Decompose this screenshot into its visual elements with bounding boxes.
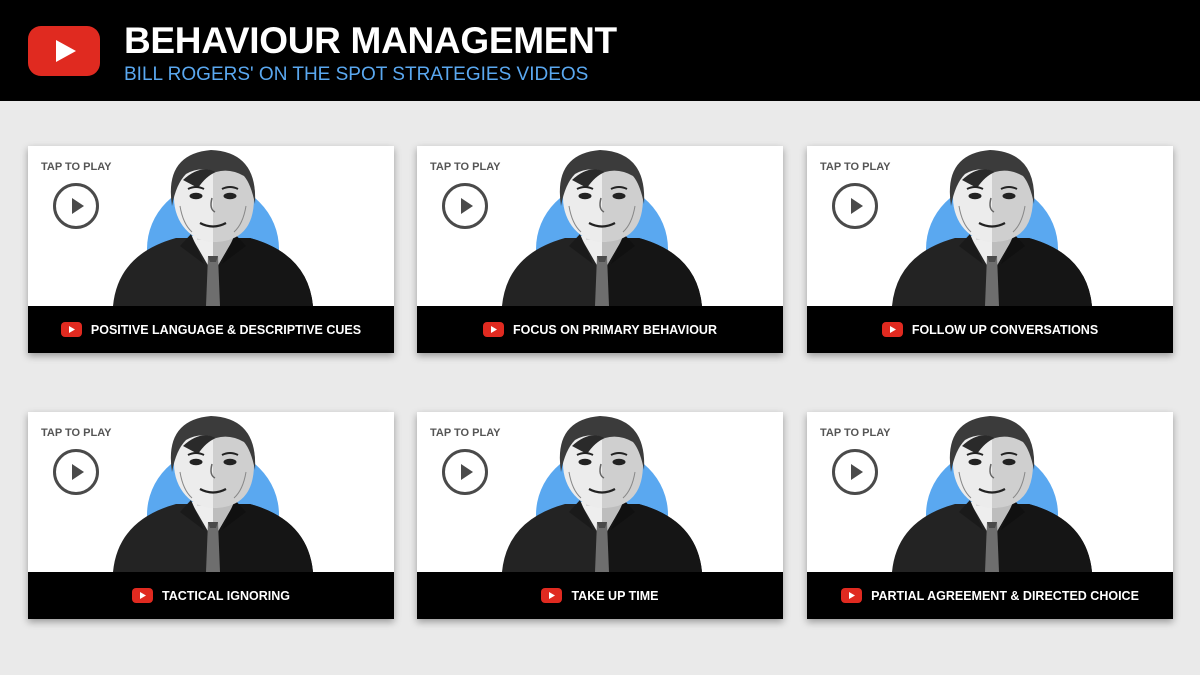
video-card[interactable]: TAP TO PLAY PARTIAL AGREEMENT & DIRECTED… [807, 412, 1173, 619]
tap-to-play-label: TAP TO PLAY [430, 161, 501, 173]
play-icon[interactable] [832, 183, 878, 229]
video-card[interactable]: TAP TO PLAY TACTICAL IGNORING [28, 412, 394, 619]
play-icon[interactable] [442, 449, 488, 495]
video-card[interactable]: TAP TO PLAY FOLLOW UP CONVERSATIONS [807, 146, 1173, 353]
youtube-icon [881, 322, 903, 337]
tap-to-play-label: TAP TO PLAY [41, 161, 112, 173]
video-caption-bar[interactable]: TACTICAL IGNORING [28, 572, 394, 619]
header-bar: BEHAVIOUR MANAGEMENT BILL ROGERS' ON THE… [0, 0, 1200, 101]
play-icon[interactable] [442, 183, 488, 229]
video-title: FOCUS ON PRIMARY BEHAVIOUR [513, 322, 717, 337]
page-title: BEHAVIOUR MANAGEMENT [124, 20, 617, 61]
video-title: FOLLOW UP CONVERSATIONS [911, 322, 1099, 337]
video-title: TAKE UP TIME [571, 588, 659, 603]
youtube-icon [483, 322, 505, 337]
video-title: TACTICAL IGNORING [161, 588, 290, 603]
play-icon[interactable] [53, 183, 99, 229]
video-title: POSITIVE LANGUAGE & DESCRIPTIVE CUES [90, 322, 362, 337]
video-caption-bar[interactable]: POSITIVE LANGUAGE & DESCRIPTIVE CUES [28, 306, 394, 353]
video-caption-bar[interactable]: PARTIAL AGREEMENT & DIRECTED CHOICE [807, 572, 1173, 619]
tap-to-play-label: TAP TO PLAY [430, 427, 501, 439]
tap-to-play-label: TAP TO PLAY [820, 161, 891, 173]
video-caption-bar[interactable]: FOLLOW UP CONVERSATIONS [807, 306, 1173, 353]
youtube-icon [841, 588, 863, 603]
page-subtitle: BILL ROGERS' ON THE SPOT STRATEGIES VIDE… [124, 64, 589, 85]
youtube-icon [28, 26, 100, 76]
play-icon[interactable] [832, 449, 878, 495]
tap-to-play-label: TAP TO PLAY [41, 427, 112, 439]
tap-to-play-label: TAP TO PLAY [820, 427, 891, 439]
youtube-icon [541, 588, 563, 603]
youtube-icon [60, 322, 82, 337]
video-caption-bar[interactable]: TAKE UP TIME [417, 572, 783, 619]
youtube-icon [131, 588, 153, 603]
play-icon[interactable] [53, 449, 99, 495]
video-card[interactable]: TAP TO PLAY TAKE UP TIME [417, 412, 783, 619]
video-caption-bar[interactable]: FOCUS ON PRIMARY BEHAVIOUR [417, 306, 783, 353]
video-card[interactable]: TAP TO PLAY FOCUS ON PRIMARY BEHAVIOUR [417, 146, 783, 353]
video-card[interactable]: TAP TO PLAY POSITIVE LANGUAGE & DESCRIPT… [28, 146, 394, 353]
video-title: PARTIAL AGREEMENT & DIRECTED CHOICE [871, 588, 1139, 603]
